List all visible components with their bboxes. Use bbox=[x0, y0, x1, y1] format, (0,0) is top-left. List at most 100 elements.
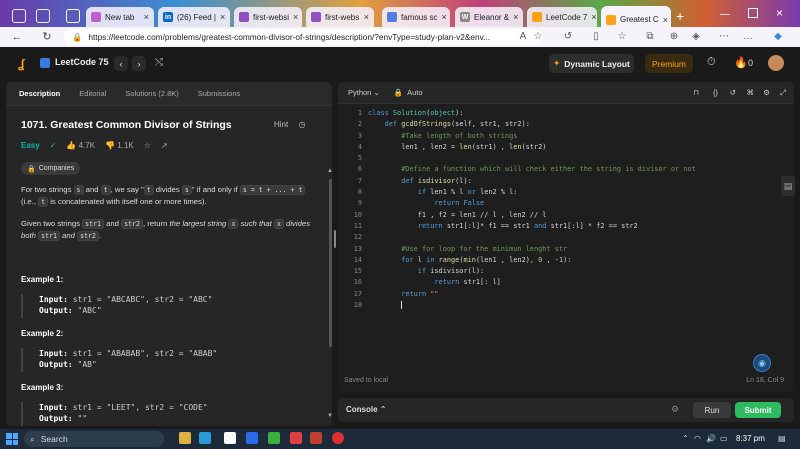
search-icon bbox=[387, 12, 397, 22]
dynamic-layout-button[interactable]: ✦ Dynamic Layout bbox=[549, 54, 634, 73]
next-problem-button[interactable]: › bbox=[132, 56, 146, 71]
study-plan-title[interactable]: LeetCode 75 bbox=[55, 57, 109, 67]
powerpoint-icon[interactable] bbox=[310, 432, 322, 444]
browser-tab-eleanor[interactable]: W Eleanor & × bbox=[455, 7, 523, 27]
wikipedia-icon: W bbox=[460, 12, 470, 22]
braces-icon[interactable]: {} bbox=[713, 88, 718, 97]
refresh-page-icon[interactable]: ↺ bbox=[562, 31, 574, 43]
copilot-icon[interactable]: ◆ bbox=[772, 31, 784, 43]
dislike-button[interactable]: 👎 1.1K bbox=[105, 141, 134, 150]
workspaces-icon[interactable] bbox=[36, 9, 50, 23]
companies-tag[interactable]: 🔒 Companies bbox=[21, 162, 81, 175]
refresh-icon[interactable]: ↻ bbox=[40, 30, 54, 44]
edge-icon[interactable] bbox=[199, 432, 211, 444]
lock-icon: 🔒 bbox=[72, 31, 83, 42]
chrome-icon[interactable] bbox=[332, 432, 344, 444]
favorite-star-icon[interactable]: ☆ bbox=[532, 31, 544, 43]
read-aloud-icon[interactable]: A bbox=[517, 31, 529, 43]
description-paragraph-1: For two strings s and t, we say " t divid… bbox=[21, 184, 321, 208]
tab-actions-icon[interactable] bbox=[66, 9, 80, 23]
close-icon[interactable]: × bbox=[591, 12, 596, 22]
settings-more-icon[interactable]: ⋯ bbox=[718, 31, 730, 43]
code-line: 7 def isdivisor(l): bbox=[357, 176, 472, 185]
url-input[interactable]: 🔒 https://leetcode.com/problems/greatest… bbox=[64, 29, 542, 45]
close-icon[interactable]: × bbox=[663, 15, 668, 25]
notifications-icon[interactable]: ▤ bbox=[778, 434, 786, 443]
collections-icon[interactable]: ⧉ bbox=[644, 31, 656, 43]
battery-icon[interactable]: ▭ bbox=[720, 434, 728, 443]
browser-tab-first-website[interactable]: first-websi × bbox=[234, 7, 302, 27]
ellipsis-icon[interactable]: … bbox=[742, 31, 754, 43]
close-icon[interactable]: × bbox=[513, 12, 518, 22]
streak-count: 0 bbox=[748, 58, 754, 68]
avatar[interactable] bbox=[768, 55, 784, 71]
bookmark-icon[interactable]: ☆ bbox=[144, 141, 151, 150]
windows-taskbar: ⌕ Search ⌃ ◠ 🔊 ▭ 8:37 pm ▤ bbox=[0, 429, 800, 449]
close-window-button[interactable]: × bbox=[776, 6, 783, 20]
browser-tab-first-website-2[interactable]: first-webs × bbox=[306, 7, 374, 27]
debug-icon[interactable]: ⚙ bbox=[671, 404, 679, 415]
bookmark-icon[interactable]: ⊓ bbox=[693, 88, 699, 97]
profile-icon[interactable] bbox=[12, 9, 26, 23]
hint-button[interactable]: Hint ◷ bbox=[274, 120, 305, 129]
split-screen-icon[interactable]: ▯ bbox=[590, 31, 602, 43]
run-button[interactable]: Run bbox=[693, 402, 731, 418]
tab-description[interactable]: Description bbox=[19, 89, 60, 98]
favorites-icon[interactable]: ☆ bbox=[616, 31, 628, 43]
vscode-icon[interactable] bbox=[246, 432, 258, 444]
streak-fire-icon[interactable]: 🔥 bbox=[734, 56, 748, 69]
leetcode-logo-icon[interactable]: ʆ bbox=[18, 57, 30, 71]
windows-start-icon[interactable] bbox=[6, 433, 18, 445]
close-icon[interactable]: × bbox=[364, 12, 369, 22]
language-selector[interactable]: Python ⌄ bbox=[348, 88, 380, 97]
linkedin-icon: in bbox=[163, 12, 173, 22]
browser-tab-linkedin[interactable]: in (26) Feed | × bbox=[158, 7, 230, 27]
app-icon-red[interactable] bbox=[290, 432, 302, 444]
new-tab-button[interactable]: + bbox=[676, 8, 684, 24]
shield-icon[interactable]: ◈ bbox=[690, 31, 702, 43]
back-icon[interactable]: ← bbox=[10, 30, 24, 44]
problem-tabs: Description Editorial Solutions (2.8K) S… bbox=[6, 82, 332, 106]
code-line: 14 for l in range(min(len1 , len2), 0 , … bbox=[353, 255, 572, 264]
browser-tab-leetcode-75[interactable]: LeetCode 7 × bbox=[527, 7, 597, 27]
submit-button[interactable]: Submit bbox=[735, 402, 781, 418]
fullscreen-icon[interactable]: ⤢ bbox=[780, 88, 786, 98]
splitter-grip[interactable] bbox=[334, 230, 336, 248]
chevron-up-icon[interactable]: ⌃ bbox=[682, 434, 689, 443]
code-line: 13 #Use for loop for the minimun lenght … bbox=[353, 244, 568, 253]
feedback-chat-icon[interactable]: ◉ bbox=[753, 354, 771, 372]
wifi-icon[interactable]: ◠ bbox=[694, 434, 701, 443]
browser-tab-new-tab[interactable]: New tab × bbox=[86, 7, 154, 27]
shortcut-icon[interactable]: ⌘ bbox=[747, 88, 755, 97]
close-icon[interactable]: × bbox=[293, 12, 298, 22]
taskbar-search[interactable]: ⌕ Search bbox=[24, 431, 164, 447]
tab-submissions[interactable]: Submissions bbox=[198, 89, 241, 98]
taskbar-clock[interactable]: 8:37 pm bbox=[736, 434, 765, 443]
console-toggle[interactable]: Console ⌃ bbox=[346, 405, 387, 414]
file-explorer-icon[interactable] bbox=[179, 432, 191, 444]
maximize-button[interactable] bbox=[748, 8, 758, 18]
page-icon bbox=[239, 12, 249, 22]
extensions-icon[interactable]: ⊕ bbox=[668, 31, 680, 43]
shuffle-icon[interactable]: ⤭ bbox=[155, 57, 163, 68]
close-icon[interactable]: × bbox=[144, 12, 149, 22]
code-area[interactable]: 1 class Solution(object): 2 def gcdOfStri… bbox=[338, 108, 794, 311]
like-button[interactable]: 👍 4.7K bbox=[66, 141, 95, 150]
minimize-button[interactable]: — bbox=[720, 9, 730, 20]
share-icon[interactable]: ↗ bbox=[161, 141, 168, 150]
reset-icon[interactable]: ↺ bbox=[730, 88, 736, 97]
close-icon[interactable]: × bbox=[441, 12, 446, 22]
timer-icon[interactable]: ⏱ bbox=[707, 56, 716, 69]
browser-tab-famous[interactable]: famous sc × bbox=[382, 7, 450, 27]
tab-editorial[interactable]: Editorial bbox=[79, 89, 106, 98]
notes-icon[interactable]: ▤ bbox=[781, 176, 795, 196]
store-icon[interactable] bbox=[224, 432, 236, 444]
close-icon[interactable]: × bbox=[220, 12, 225, 22]
app-icon-green[interactable] bbox=[268, 432, 280, 444]
prev-problem-button[interactable]: ‹ bbox=[114, 56, 128, 71]
tab-solutions[interactable]: Solutions (2.8K) bbox=[125, 89, 178, 98]
premium-button[interactable]: Premium bbox=[645, 54, 693, 73]
mode-label[interactable]: Auto bbox=[407, 88, 422, 97]
volume-icon[interactable]: 🔊 bbox=[706, 434, 716, 443]
settings-icon[interactable]: ⚙ bbox=[763, 88, 770, 97]
